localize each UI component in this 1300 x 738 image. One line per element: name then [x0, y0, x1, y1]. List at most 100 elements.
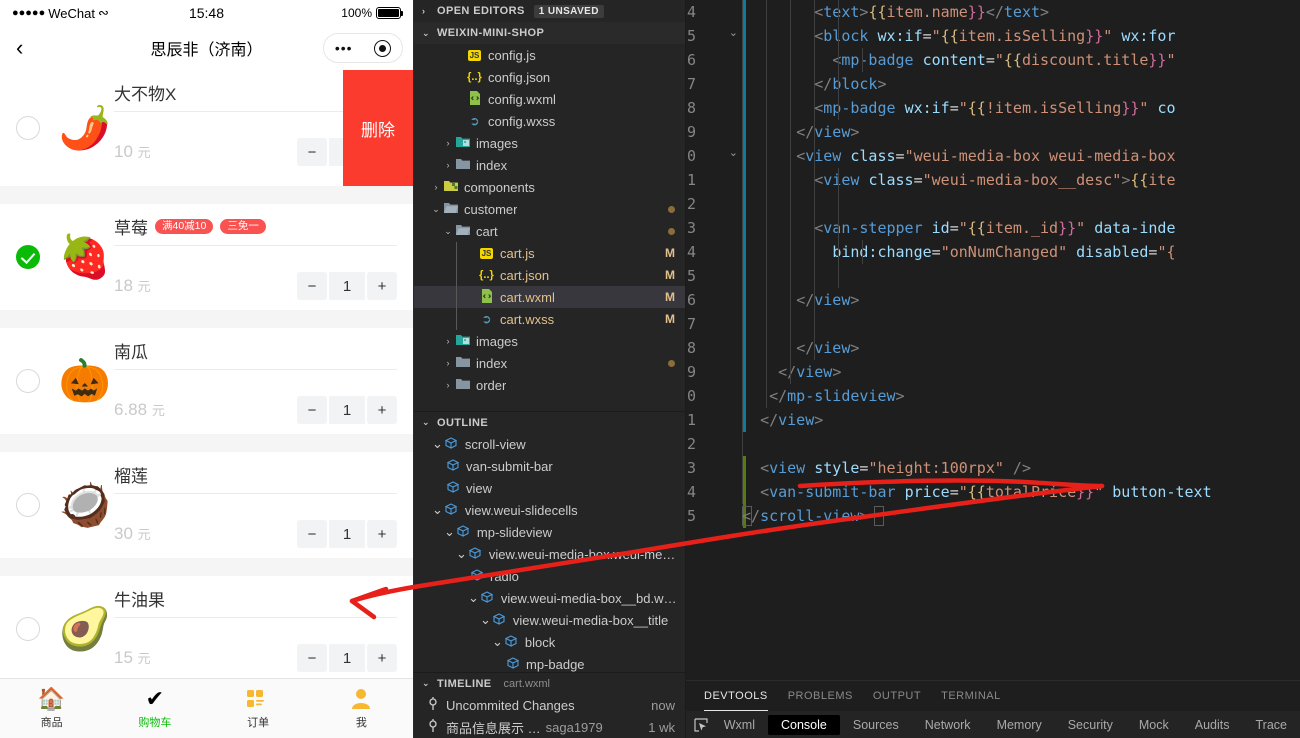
- stepper-value[interactable]: 1: [329, 396, 365, 424]
- code-line[interactable]: [742, 432, 1300, 456]
- file-tree-row[interactable]: ➲ config.wxss: [414, 110, 685, 132]
- timeline-row[interactable]: Uncommited Changes now: [414, 694, 685, 716]
- radio-checked-icon[interactable]: [16, 245, 40, 269]
- quantity-stepper[interactable]: − 1 +: [297, 520, 397, 548]
- more-icon[interactable]: •••: [335, 40, 353, 56]
- file-tree-row[interactable]: config.wxml: [414, 88, 685, 110]
- file-tree-row[interactable]: › components: [414, 176, 685, 198]
- code-line[interactable]: <text>{{item.name}}</text>: [742, 0, 1300, 24]
- code-line[interactable]: [742, 312, 1300, 336]
- section-outline[interactable]: ⌄ OUTLINE: [414, 411, 685, 433]
- code-line[interactable]: </view>: [742, 360, 1300, 384]
- code-content[interactable]: <text>{{item.name}}</text> <block wx:if=…: [742, 0, 1300, 680]
- section-workspace[interactable]: ⌄ WEIXIN-MINI-SHOP: [414, 22, 685, 44]
- section-open-editors[interactable]: › OPEN EDITORS 1 UNSAVED: [414, 0, 685, 22]
- cart-item-row[interactable]: 🥑 牛油果 15 元 − 1 +: [0, 576, 413, 682]
- outline-row[interactable]: ⌄ scroll-view: [414, 433, 685, 455]
- devtools-tab-sources[interactable]: Sources: [840, 715, 912, 735]
- devtools-tab-trace[interactable]: Trace: [1243, 715, 1300, 735]
- chevron-down-icon[interactable]: ⌄: [432, 436, 443, 452]
- devtools-tab-console[interactable]: Console: [767, 715, 840, 735]
- code-viewport[interactable]: 14 15 ⌄ 16 17 18 19 20 ⌄ 21 22 23 24 25 26 27 28 29 30 31 32…: [686, 0, 1300, 680]
- timeline-row[interactable]: 商品信息展示 … saga1979 1 wk: [414, 716, 685, 738]
- delete-button[interactable]: 删除: [343, 70, 413, 186]
- code-line[interactable]: <van-submit-bar price="{{totalPrice}}" b…: [742, 480, 1300, 504]
- devtools-tab-wxml[interactable]: Wxml: [711, 715, 768, 735]
- chevron-right-icon[interactable]: ›: [442, 160, 454, 170]
- tab-orders[interactable]: 订单: [207, 679, 310, 738]
- code-line[interactable]: </view>: [742, 120, 1300, 144]
- outline-row[interactable]: van-submit-bar: [414, 455, 685, 477]
- close-target-icon[interactable]: [374, 39, 392, 57]
- stepper-minus-button[interactable]: −: [297, 520, 327, 548]
- tab-profile[interactable]: 我: [310, 679, 413, 738]
- outline-row[interactable]: ⌄ view.weui-media-box__bd.we…: [414, 587, 685, 609]
- tab-products[interactable]: 🏠 商品: [0, 679, 103, 738]
- file-tree-row[interactable]: ➲ cart.wxss M: [414, 308, 685, 330]
- cart-item-row[interactable]: 🌶️ 大不物X 10 元 − 1 + 删除: [0, 70, 413, 186]
- chevron-right-icon[interactable]: ›: [442, 380, 454, 390]
- chevron-down-icon[interactable]: ⌄: [422, 417, 432, 428]
- file-tree-row[interactable]: › index: [414, 154, 685, 176]
- chevron-right-icon[interactable]: ›: [442, 336, 454, 346]
- cart-item-select[interactable]: [0, 70, 56, 186]
- panel-tab-devtools[interactable]: DEVTOOLS: [704, 681, 768, 711]
- stepper-minus-button[interactable]: −: [297, 138, 327, 166]
- stepper-value[interactable]: 1: [329, 272, 365, 300]
- code-line[interactable]: </scroll-view>: [742, 504, 1300, 528]
- file-tree-row[interactable]: › images: [414, 330, 685, 352]
- outline-row[interactable]: ⌄ view.weui-slidecells: [414, 499, 685, 521]
- chevron-down-icon[interactable]: ⌄: [492, 634, 503, 650]
- stepper-plus-button[interactable]: +: [367, 644, 397, 672]
- chevron-down-icon[interactable]: ⌄: [430, 204, 442, 215]
- cart-item-row[interactable]: 🥥 榴莲 30 元 − 1 +: [0, 452, 413, 558]
- quantity-stepper[interactable]: − 1 +: [297, 644, 397, 672]
- cart-item-select[interactable]: [0, 328, 56, 434]
- panel-tab-problems[interactable]: PROBLEMS: [788, 681, 853, 711]
- file-tree-row[interactable]: {..} config.json: [414, 66, 685, 88]
- devtools-tab-audits[interactable]: Audits: [1182, 715, 1243, 735]
- stepper-value[interactable]: 1: [329, 520, 365, 548]
- cart-item-select[interactable]: [0, 204, 56, 310]
- code-line[interactable]: </block>: [742, 72, 1300, 96]
- panel-tab-output[interactable]: OUTPUT: [873, 681, 921, 711]
- file-tree-row[interactable]: JS config.js: [414, 44, 685, 66]
- section-timeline[interactable]: ⌄ TIMELINE cart.wxml: [414, 672, 685, 694]
- file-tree-row[interactable]: › order: [414, 374, 685, 396]
- back-icon[interactable]: ‹: [10, 37, 29, 59]
- code-line[interactable]: </mp-slideview>: [742, 384, 1300, 408]
- panel-tab-terminal[interactable]: TERMINAL: [941, 681, 1001, 711]
- stepper-value[interactable]: 1: [329, 644, 365, 672]
- chevron-down-icon[interactable]: ⌄: [422, 28, 432, 39]
- chevron-right-icon[interactable]: ›: [442, 358, 454, 368]
- fold-chevron-icon[interactable]: ⌄: [729, 146, 738, 159]
- file-tree-row[interactable]: JS cart.js M: [414, 242, 685, 264]
- outline-row[interactable]: mp-badge: [414, 653, 685, 672]
- chevron-right-icon[interactable]: ›: [442, 138, 454, 148]
- outline-row[interactable]: ⌄ block: [414, 631, 685, 653]
- file-tree-row[interactable]: › images: [414, 132, 685, 154]
- code-line[interactable]: <block wx:if="{{item.isSelling}}" wx:for: [742, 24, 1300, 48]
- radio-icon[interactable]: [16, 493, 40, 517]
- code-line[interactable]: <van-stepper id="{{item._id}}" data-inde: [742, 216, 1300, 240]
- chevron-down-icon[interactable]: ⌄: [468, 590, 479, 606]
- stepper-plus-button[interactable]: +: [367, 272, 397, 300]
- cart-item-row[interactable]: 🎃 南瓜 6.88 元 − 1 +: [0, 328, 413, 434]
- devtools-tab-memory[interactable]: Memory: [984, 715, 1055, 735]
- radio-icon[interactable]: [16, 116, 40, 140]
- code-line[interactable]: [742, 264, 1300, 288]
- code-line[interactable]: [742, 192, 1300, 216]
- chevron-down-icon[interactable]: ⌄: [444, 524, 455, 540]
- cart-item-select[interactable]: [0, 452, 56, 558]
- cart-item-row[interactable]: 🍓 草莓 满40减10 三免一 18 元 − 1 +: [0, 204, 413, 310]
- code-line[interactable]: <view style="height:100rpx" />: [742, 456, 1300, 480]
- devtools-tab-network[interactable]: Network: [912, 715, 984, 735]
- outline-row[interactable]: view: [414, 477, 685, 499]
- code-line[interactable]: </view>: [742, 408, 1300, 432]
- chevron-down-icon[interactable]: ⌄: [432, 502, 443, 518]
- chevron-down-icon[interactable]: ⌄: [422, 678, 432, 689]
- devtools-tab-mock[interactable]: Mock: [1126, 715, 1182, 735]
- stepper-plus-button[interactable]: +: [367, 520, 397, 548]
- inspect-element-icon[interactable]: [692, 718, 711, 732]
- code-line[interactable]: <view class="weui-media-box__desc">{{ite: [742, 168, 1300, 192]
